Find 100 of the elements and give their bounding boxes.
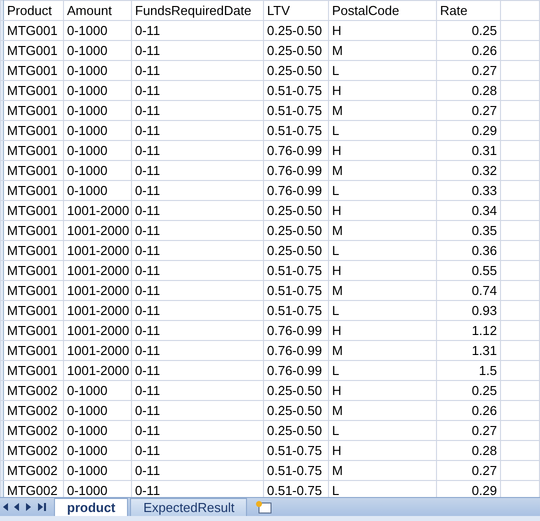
table-cell: 0.34: [436, 200, 500, 220]
table-cell: 0.51-0.75: [264, 120, 328, 140]
table-cell: M: [328, 400, 436, 420]
table-cell: MTG001: [4, 40, 64, 60]
table-cell: 1001-2000: [64, 320, 132, 340]
table-cell: H: [328, 320, 436, 340]
column-header: LTV: [264, 0, 328, 20]
table-cell: 0.25-0.50: [264, 60, 328, 80]
table-cell: 0.76-0.99: [264, 180, 328, 200]
table-cell: 0-11: [132, 360, 264, 380]
table-cell: 0.51-0.75: [264, 460, 328, 480]
table-cell: 0-11: [132, 320, 264, 340]
sheet-tab[interactable]: ExpectedResult: [130, 498, 248, 516]
table-cell: MTG001: [4, 140, 64, 160]
table-cell: 0.51-0.75: [264, 260, 328, 280]
table-cell: 0-11: [132, 200, 264, 220]
table-cell: MTG001: [4, 300, 64, 320]
insert-sheet-icon[interactable]: [255, 500, 274, 514]
table-cell: H: [328, 440, 436, 460]
table-cell: 1001-2000: [64, 220, 132, 240]
table-cell: 1001-2000: [64, 240, 132, 260]
table-cell: MTG001: [4, 280, 64, 300]
table-cell: 1.31: [436, 340, 500, 360]
table-cell: 0-11: [132, 120, 264, 140]
table-cell: MTG001: [4, 60, 64, 80]
table-cell: 0-11: [132, 100, 264, 120]
table-cell: 0.76-0.99: [264, 320, 328, 340]
table-cell: 0-1000: [64, 160, 132, 180]
table-cell: 0.25-0.50: [264, 200, 328, 220]
table-cell: MTG001: [4, 100, 64, 120]
table-cell: 0.74: [436, 280, 500, 300]
table-cell: MTG002: [4, 380, 64, 400]
previous-sheet-icon[interactable]: [14, 503, 20, 511]
table-cell: L: [328, 120, 436, 140]
column-header: FundsRequiredDate: [132, 0, 264, 20]
table-cell: 0-11: [132, 160, 264, 180]
table-cell: 0-1000: [64, 440, 132, 460]
table-cell: M: [328, 460, 436, 480]
table-cell: 0-11: [132, 240, 264, 260]
column-header: Amount: [64, 0, 132, 20]
table-cell: 0.27: [436, 460, 500, 480]
table-cell: 0.25-0.50: [264, 380, 328, 400]
table-cell: 0.28: [436, 440, 500, 460]
table-cell: 0-11: [132, 440, 264, 460]
first-sheet-icon[interactable]: [2, 503, 8, 511]
table-cell: 0.25-0.50: [264, 20, 328, 40]
table-cell: 0.25-0.50: [264, 400, 328, 420]
table-cell: 0.27: [436, 60, 500, 80]
table-cell: H: [328, 380, 436, 400]
last-sheet-icon[interactable]: [38, 503, 46, 511]
table-cell: 0-11: [132, 80, 264, 100]
table-cell: 0-11: [132, 260, 264, 280]
table-cell: MTG002: [4, 400, 64, 420]
table-cell: 0-11: [132, 220, 264, 240]
table-cell: 0-11: [132, 460, 264, 480]
table-cell: 0.26: [436, 400, 500, 420]
table-cell: MTG002: [4, 440, 64, 460]
table-cell: 0-11: [132, 180, 264, 200]
table-cell: L: [328, 360, 436, 380]
table-cell: 0.27: [436, 420, 500, 440]
table-cell: 0-1000: [64, 420, 132, 440]
table-cell: 0-1000: [64, 60, 132, 80]
table-cell: H: [328, 140, 436, 160]
table-cell: 0.32: [436, 160, 500, 180]
table-cell: 1001-2000: [64, 260, 132, 280]
table-cell: MTG001: [4, 360, 64, 380]
table-cell: MTG001: [4, 320, 64, 340]
table-cell: L: [328, 60, 436, 80]
table-cell: 1001-2000: [64, 280, 132, 300]
table-cell: 0.26: [436, 40, 500, 60]
table-cell: 0-11: [132, 400, 264, 420]
table-cell: H: [328, 80, 436, 100]
table-cell: 0-11: [132, 380, 264, 400]
table-cell: 0-1000: [64, 120, 132, 140]
table-cell: 0-11: [132, 140, 264, 160]
table-cell: MTG001: [4, 20, 64, 40]
table-cell: H: [328, 260, 436, 280]
table-cell: MTG001: [4, 260, 64, 280]
next-sheet-icon[interactable]: [26, 503, 32, 511]
table-cell: 0.27: [436, 100, 500, 120]
table-cell: 1001-2000: [64, 360, 132, 380]
table-cell: 0.25-0.50: [264, 240, 328, 260]
table-cell: 0.35: [436, 220, 500, 240]
table-cell: MTG001: [4, 160, 64, 180]
table-cell: 0-1000: [64, 20, 132, 40]
table-cell: 1.12: [436, 320, 500, 340]
column-header: PostalCode: [328, 0, 436, 20]
table-cell: 0-1000: [64, 460, 132, 480]
table-cell: 0.25: [436, 380, 500, 400]
table-cell: 0-11: [132, 60, 264, 80]
table-cell: 0-11: [132, 340, 264, 360]
table-cell: 0.51-0.75: [264, 100, 328, 120]
table-cell: 0-1000: [64, 380, 132, 400]
sheet-tab[interactable]: product: [54, 498, 128, 516]
table-cell: 0.31: [436, 140, 500, 160]
table-cell: 0.29: [436, 120, 500, 140]
table-cell: 1001-2000: [64, 200, 132, 220]
table-cell: 0.51-0.75: [264, 80, 328, 100]
table-cell: 0-1000: [64, 400, 132, 420]
table-cell: H: [328, 20, 436, 40]
